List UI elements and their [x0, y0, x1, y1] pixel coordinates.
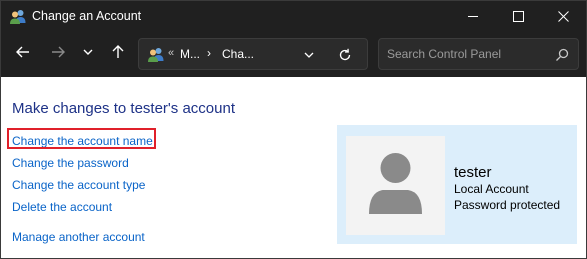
refresh-button[interactable] — [335, 45, 355, 65]
breadcrumb-overflow[interactable]: « — [168, 47, 174, 59]
minimize-icon — [467, 11, 479, 22]
user-accounts-icon — [9, 8, 27, 25]
page-title: Make changes to tester's account — [12, 100, 235, 117]
arrow-left-icon — [15, 44, 31, 65]
user-accounts-icon — [147, 46, 165, 63]
close-icon — [557, 11, 569, 22]
delete-account-link[interactable]: Delete the account — [12, 200, 112, 214]
arrow-right-icon — [50, 44, 66, 65]
maximize-button[interactable] — [495, 1, 541, 32]
account-status: Password protected — [454, 198, 561, 212]
manage-another-account-link[interactable]: Manage another account — [12, 230, 145, 244]
minimize-button[interactable] — [450, 1, 496, 32]
refresh-icon — [339, 48, 351, 61]
account-info-panel: tester Local Account Password protected — [337, 125, 577, 244]
change-password-link[interactable]: Change the password — [12, 156, 129, 170]
navigation-bar: « M... › Cha... — [1, 32, 586, 77]
maximize-icon — [512, 11, 524, 22]
change-account-type-link[interactable]: Change the account type — [12, 178, 145, 192]
close-button[interactable] — [540, 1, 586, 32]
search-box[interactable] — [378, 38, 579, 70]
chevron-down-icon — [304, 52, 314, 58]
back-button[interactable] — [9, 40, 37, 68]
window-title: Change an Account — [32, 9, 142, 23]
arrow-up-icon — [110, 44, 126, 65]
user-avatar-icon — [369, 153, 422, 214]
forward-button[interactable] — [44, 40, 72, 68]
breadcrumb-item[interactable]: Cha... — [222, 47, 254, 61]
breadcrumb-separator[interactable]: › — [207, 46, 211, 60]
address-bar[interactable]: « M... › Cha... — [138, 38, 368, 70]
recent-locations-button[interactable] — [74, 40, 102, 68]
avatar — [346, 136, 445, 235]
address-dropdown-button[interactable] — [299, 45, 319, 65]
change-account-window: Change an Account « M... › Cha... Search… — [0, 0, 587, 259]
search-input[interactable] — [387, 39, 547, 69]
account-name: tester — [454, 164, 492, 181]
chevron-down-icon — [82, 45, 94, 63]
title-bar: Change an Account — [1, 1, 586, 32]
search-icon[interactable] — [554, 47, 570, 63]
breadcrumb-item[interactable]: M... — [180, 47, 200, 61]
up-button[interactable] — [104, 40, 132, 68]
account-type: Local Account — [454, 182, 529, 196]
highlight-box — [7, 128, 156, 149]
content-area: Make changes to tester's account Change … — [1, 77, 586, 258]
